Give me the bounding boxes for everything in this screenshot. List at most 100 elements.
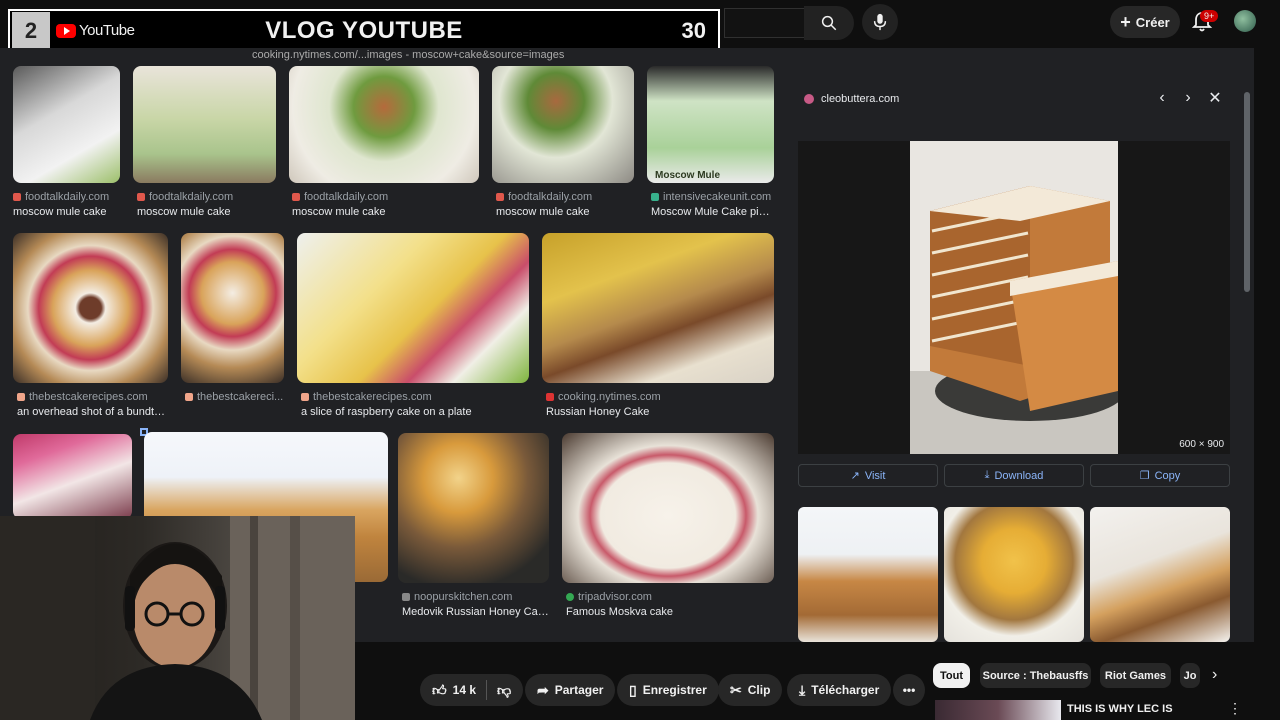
external-link-icon: ↗	[850, 470, 860, 482]
result-image[interactable]	[289, 66, 479, 183]
result-image[interactable]	[297, 233, 529, 383]
result-image[interactable]	[492, 66, 634, 183]
visit-button[interactable]: ↗ Visit	[798, 464, 938, 487]
result-image[interactable]	[133, 66, 276, 183]
result-caption[interactable]: Medovik Russian Honey Cak...	[402, 606, 549, 618]
download-icon: ⤓	[984, 469, 990, 481]
favicon-icon	[566, 593, 574, 601]
result-caption[interactable]: Famous Moskva cake	[566, 606, 774, 618]
download-video-button[interactable]: ⤓ Télécharger	[787, 674, 892, 706]
favicon-icon	[13, 193, 21, 201]
result-image[interactable]	[542, 233, 774, 383]
browser-address-bar[interactable]: cooking.nytimes.com/...images - moscow+c…	[0, 48, 1280, 66]
recommended-video-title[interactable]: THIS IS WHY LEC IS	[1067, 703, 1173, 715]
image-dimensions: 600 × 900	[1179, 439, 1224, 450]
bookmark-icon: ▯	[629, 681, 637, 698]
result-image[interactable]	[13, 434, 132, 519]
result-image[interactable]: Moscow Mule	[647, 66, 774, 183]
related-image[interactable]	[944, 507, 1084, 642]
chevron-right-icon[interactable]: ›	[1212, 666, 1217, 684]
close-panel-button[interactable]: ✕	[1206, 89, 1224, 107]
more-actions-button[interactable]: •••	[893, 674, 925, 706]
related-image[interactable]	[1090, 507, 1230, 642]
webcam-overlay	[0, 516, 355, 720]
result-image[interactable]	[181, 233, 284, 383]
chip-more[interactable]: Jo	[1180, 663, 1200, 688]
save-button[interactable]: ▯ Enregistrer	[617, 674, 719, 706]
thumbs-down-icon[interactable]: 👎︎	[497, 682, 511, 699]
result-source: intensivecakeunit.com	[651, 191, 775, 203]
preview-image[interactable]	[910, 141, 1118, 454]
result-caption[interactable]: moscow mule cake	[292, 206, 478, 218]
result-source: thebestcakerecipes.com	[17, 391, 167, 403]
result-caption[interactable]: Russian Honey Cake	[546, 406, 774, 418]
download-button[interactable]: ⤓ Download	[944, 464, 1084, 487]
scissors-icon: ✂	[730, 681, 742, 698]
chevron-left-icon: ‹	[1159, 89, 1165, 106]
result-source: foodtalkdaily.com	[13, 191, 120, 203]
like-button[interactable]: 👍︎ 14 k 👎︎	[420, 674, 524, 706]
share-button[interactable]: ➦ Partager	[525, 674, 616, 706]
result-caption[interactable]: moscow mule cake	[13, 206, 120, 218]
chip-riot-games[interactable]: Riot Games	[1100, 663, 1171, 688]
chip-source[interactable]: Source : Thebausffs	[980, 663, 1091, 688]
video-actions-bar: 👍︎ 14 k 👎︎ ➦ Partager ▯ Enregistrer ✂ Clip …	[355, 660, 940, 720]
favicon-icon	[402, 593, 410, 601]
vlog-banner: 2 YouTube VLOG YOUTUBE 30	[8, 9, 720, 52]
search-button[interactable]	[804, 6, 854, 40]
search-icon	[821, 15, 837, 31]
result-source: foodtalkdaily.com	[292, 191, 478, 203]
recommended-video-thumbnail[interactable]	[935, 700, 1061, 720]
download-icon: ⤓	[799, 681, 806, 698]
favicon-icon	[292, 193, 300, 201]
chevron-right-icon: ›	[1185, 89, 1191, 106]
more-vertical-icon[interactable]: ⋮	[1228, 700, 1242, 717]
avatar[interactable]	[1234, 10, 1256, 32]
more-horizontal-icon: •••	[902, 683, 916, 697]
result-caption[interactable]: an overhead shot of a bundt c...	[17, 406, 168, 418]
banner-count: 30	[681, 17, 706, 43]
scrollbar-thumb[interactable]	[1244, 92, 1250, 292]
result-image[interactable]	[13, 66, 120, 183]
streamer-webcam-picture	[0, 516, 355, 720]
result-caption[interactable]: moscow mule cake	[137, 206, 277, 218]
chip-all[interactable]: Tout	[933, 663, 970, 688]
related-image[interactable]	[798, 507, 938, 642]
favicon-icon	[185, 393, 193, 401]
favicon-icon	[804, 94, 814, 104]
result-image[interactable]	[398, 433, 549, 583]
next-image-button[interactable]: ›	[1179, 89, 1197, 107]
result-source: foodtalkdaily.com	[137, 191, 277, 203]
favicon-icon	[651, 193, 659, 201]
result-source: tripadvisor.com	[566, 591, 774, 603]
result-caption[interactable]: moscow mule cake	[496, 206, 634, 218]
result-caption[interactable]: a slice of raspberry cake on a plate	[301, 406, 529, 418]
result-source: noopurskitchen.com	[402, 591, 549, 603]
previous-image-button[interactable]: ‹	[1153, 89, 1171, 107]
clip-button[interactable]: ✂ Clip	[718, 674, 783, 706]
thumbnail-text: Moscow Mule	[655, 170, 721, 181]
create-label: Créer	[1135, 14, 1170, 30]
result-source: cooking.nytimes.com	[546, 391, 774, 403]
url-text: cooking.nytimes.com/...images - moscow+c…	[252, 49, 565, 61]
create-button[interactable]: + Créer	[1110, 6, 1180, 38]
result-caption[interactable]: Moscow Mule Cake pint...	[651, 206, 775, 218]
favicon-icon	[301, 393, 309, 401]
divider	[486, 680, 487, 700]
thumbs-up-icon: 👍︎	[432, 681, 447, 698]
plus-icon: +	[1120, 11, 1131, 32]
banner-title: VLOG YOUTUBE	[265, 16, 463, 44]
search-input[interactable]	[724, 8, 804, 38]
browser-side-panel	[1254, 48, 1280, 642]
honey-cake-picture	[910, 141, 1118, 454]
result-source: foodtalkdaily.com	[496, 191, 634, 203]
voice-search-button[interactable]	[862, 4, 898, 40]
share-icon: ➦	[537, 681, 549, 698]
panel-source[interactable]: cleobuttera.com	[804, 93, 899, 105]
result-image[interactable]	[562, 433, 774, 583]
favicon-icon	[496, 193, 504, 201]
result-image[interactable]	[13, 233, 168, 383]
copy-icon: ❐	[1139, 470, 1150, 482]
copy-button[interactable]: ❐ Copy	[1090, 464, 1230, 487]
result-source: thebestcakerecipes.com	[301, 391, 529, 403]
